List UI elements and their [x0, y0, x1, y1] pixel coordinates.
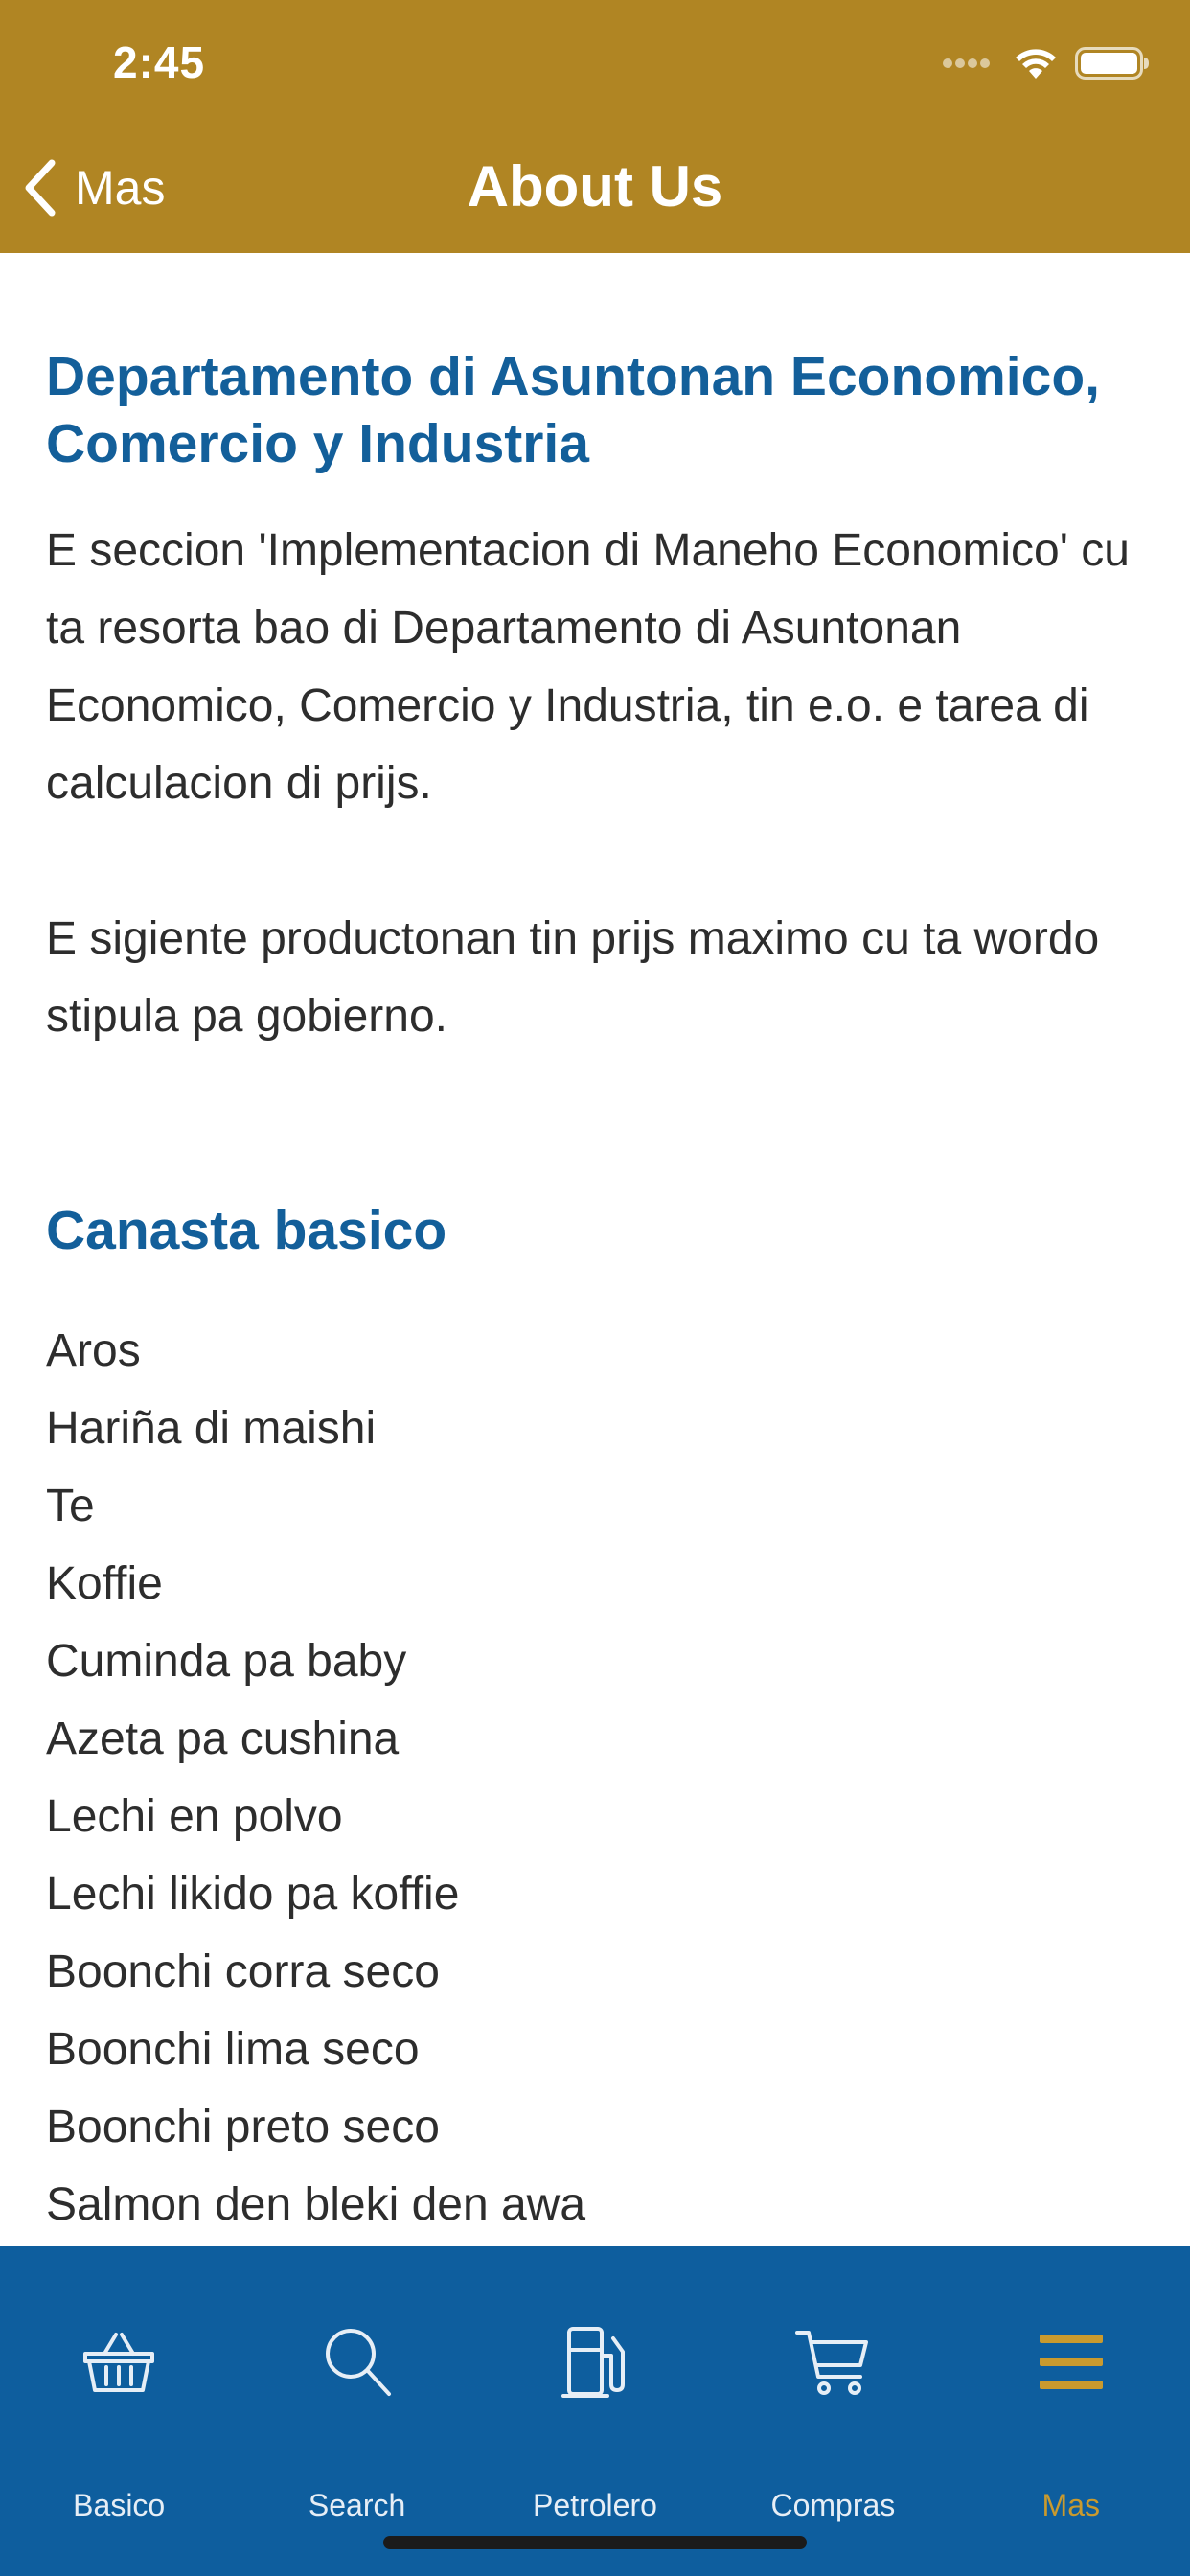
tab-petrolero[interactable]: Petrolero [476, 2246, 714, 2576]
tab-mas[interactable]: Mas [952, 2246, 1190, 2576]
page-title: About Us [467, 154, 723, 218]
list-item: Koffie [46, 1558, 163, 1609]
status-time: 2:45 [113, 37, 206, 87]
tab-bar: Basico Search Petrolero Compras Mas [0, 2246, 1190, 2576]
list-item: Aros [46, 1325, 141, 1376]
list-item: Azeta pa cushina [46, 1714, 400, 1764]
list-item: Boonchi preto seco [46, 2102, 440, 2152]
list-item: Salmon den bleki den awa [46, 2179, 586, 2230]
header: 2:45 Mas About Us [0, 0, 1190, 253]
menu-icon [1039, 2334, 1103, 2389]
tab-label: Petrolero [533, 2488, 657, 2522]
tab-basico[interactable]: Basico [0, 2246, 238, 2576]
canasta-heading: Canasta basico [46, 1200, 447, 1261]
fuel-pump-icon [561, 2327, 625, 2398]
content-scroll-area[interactable]: Departamento di Asuntonan Economico, Com… [0, 253, 1190, 2246]
tab-search[interactable]: Search [238, 2246, 475, 2576]
department-paragraph-1: E seccion 'Implementacion di Maneho Econ… [46, 525, 1130, 809]
search-icon [325, 2329, 391, 2396]
tab-label: Search [308, 2488, 406, 2522]
about-us-screen: 2:45 Mas About Us Departamento di Asunto… [0, 0, 1190, 2576]
list-item: Te [46, 1481, 95, 1531]
tab-compras[interactable]: Compras [714, 2246, 951, 2576]
list-item: Hariña di maishi [46, 1403, 377, 1454]
list-item: Lechi en polvo [46, 1791, 343, 1842]
tab-label: Basico [73, 2488, 166, 2522]
battery-icon [1075, 47, 1149, 80]
wifi-icon [1016, 49, 1056, 79]
list-item: Boonchi lima seco [46, 2024, 420, 2075]
department-heading: Departamento di Asuntonan Economico, Com… [46, 346, 1100, 474]
cart-icon [795, 2331, 869, 2395]
list-item: Boonchi corra seco [46, 1946, 440, 1997]
status-indicators [943, 44, 1150, 82]
department-paragraph-2: E sigiente productonan tin prijs maximo … [46, 913, 1100, 1042]
tab-label: Compras [770, 2488, 896, 2522]
home-indicator[interactable] [383, 2536, 807, 2549]
list-item: Cuminda pa baby [46, 1636, 407, 1687]
tab-label: Mas [1041, 2488, 1100, 2522]
canasta-item-list: Aros Hariña di maishi Te Koffie Cuminda … [46, 1312, 1144, 2243]
list-item: Lechi likido pa koffie [46, 1869, 460, 1920]
basket-icon [83, 2333, 155, 2392]
cellular-signal-icon [943, 58, 993, 68]
